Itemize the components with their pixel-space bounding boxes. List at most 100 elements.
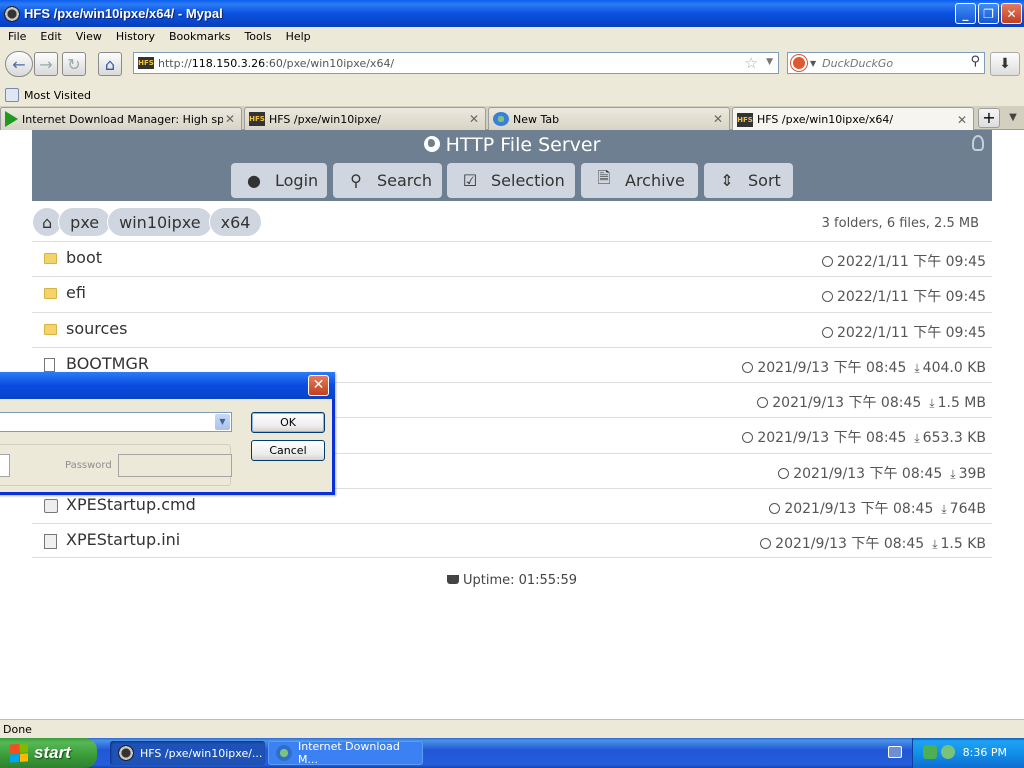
file-size: 39B [958,466,986,482]
maximize-button[interactable]: ❐ [978,3,999,24]
list-item[interactable]: sources 2022/1/11 下午 09:45 [32,312,992,347]
selection-button[interactable]: ☑ Selection [447,163,575,198]
search-engine-dropdown-icon[interactable]: ▼ [810,59,816,68]
url-bar[interactable]: HFS http://118.150.3.26:60/pxe/win10ipxe… [133,52,779,74]
back-button[interactable]: ← [5,51,33,77]
list-item[interactable]: boot 2022/1/11 下午 09:45 [32,241,992,276]
file-size: 653.3 KB [922,430,986,446]
list-item[interactable]: efi 2022/1/11 下午 09:45 [32,276,992,311]
search-icon[interactable]: ⚲ [970,54,980,69]
start-button[interactable]: start [0,738,97,768]
taskbar-item-idm[interactable]: Internet Download M... [268,740,423,766]
globe-icon [423,136,440,152]
home-icon: ⌂ [42,212,53,232]
list-item[interactable]: XPEStartup.ini 2021/9/13 下午 08:45 ⤓ 1.5 KB [32,523,992,558]
sort-button[interactable]: ⇕ Sort [704,163,793,198]
close-button[interactable]: ✕ [1001,3,1022,24]
bookmark-star-icon[interactable]: ☆ [745,54,758,72]
login-dialog: ✕ ▼ Password OK Cancel [0,372,335,495]
list-all-tabs-button[interactable]: ▼ [1004,108,1022,128]
url-prefix: http:// [158,56,192,70]
tab-label: HFS /pxe/win10ipxe/ [269,112,381,126]
file-date: 2022/1/11 下午 09:45 [836,254,986,270]
download-icon[interactable]: ⤓ [914,361,919,376]
file-name[interactable]: BOOTMGR [66,354,149,373]
file-meta: 2021/9/13 下午 08:45 ⤓ 39B [778,463,986,483]
tab-idm[interactable]: Internet Download Manager: High spee... … [0,107,242,130]
file-name[interactable]: XPEStartup.cmd [66,495,196,514]
home-button[interactable]: ⌂ [98,52,122,76]
sort-label: Sort [748,171,781,190]
username-field[interactable] [0,454,10,477]
url-text[interactable]: http://118.150.3.26:60/pxe/win10ipxe/x64… [158,57,394,70]
idm-icon [5,111,18,127]
lightbulb-icon[interactable] [972,135,984,151]
search-input[interactable] [822,56,963,70]
breadcrumb-pxe[interactable]: pxe [58,207,112,237]
close-icon: ✕ [312,377,325,393]
menu-tools[interactable]: Tools [236,30,277,43]
reload-button[interactable]: ↻ [62,52,86,76]
search-bar[interactable]: ▼ ⚲ [787,52,985,74]
tab-hfs-win10ipxe[interactable]: HFS HFS /pxe/win10ipxe/ ✕ [244,107,486,130]
username-combobox[interactable]: ▼ [0,412,232,432]
tab-label: HFS /pxe/win10ipxe/x64/ [757,113,894,126]
file-date: 2021/9/13 下午 08:45 [793,466,943,482]
menu-help[interactable]: Help [278,30,317,43]
forward-button[interactable]: → [34,52,58,76]
menu-file[interactable]: File [0,30,32,43]
folder-icon [44,253,57,264]
menu-history[interactable]: History [108,30,161,43]
ok-button[interactable]: OK [251,412,325,433]
new-tab-button[interactable]: + [978,108,1000,128]
minimize-button[interactable]: _ [955,3,976,24]
search-button[interactable]: ⚲ Search [333,163,442,198]
menu-edit[interactable]: Edit [32,30,67,43]
tab-close-icon[interactable]: ✕ [955,113,969,127]
download-icon[interactable]: ⤓ [914,431,919,446]
search-icon: ⚲ [350,171,362,190]
breadcrumb-x64[interactable]: x64 [208,207,263,237]
page-title: HTTP File Server [32,134,992,156]
checkbox-icon: ☑ [462,171,478,190]
chevron-down-icon[interactable]: ▼ [215,414,230,430]
tab-new-tab[interactable]: New Tab ✕ [488,107,730,130]
bookmarks-toolbar: Most Visited [0,84,1024,106]
downloads-button[interactable]: ⬇ [990,52,1020,76]
taskbar-clock[interactable]: 8:36 PM [963,746,1007,759]
download-icon[interactable]: ⤓ [950,467,955,482]
menu-bookmarks[interactable]: Bookmarks [161,30,236,43]
clock-icon [769,503,781,514]
cancel-button[interactable]: Cancel [251,440,325,461]
clock-icon [757,397,769,408]
download-arrow-icon: ⬇ [999,56,1011,72]
download-icon[interactable]: ⤓ [929,396,934,411]
tab-close-icon[interactable]: ✕ [467,112,481,126]
tab-close-icon[interactable]: ✕ [223,112,237,126]
most-visited-folder[interactable]: Most Visited [24,89,91,102]
network-icon[interactable] [923,745,937,759]
keyboard-icon[interactable] [888,746,902,758]
login-button[interactable]: ● Login [231,163,327,198]
dialog-close-button[interactable]: ✕ [308,375,329,396]
file-name[interactable]: sources [66,319,127,338]
password-field[interactable] [118,454,232,477]
idm-app-icon [276,745,292,761]
dialog-title-bar [0,372,335,399]
file-name[interactable]: boot [66,248,102,267]
status-text: Done [3,723,32,736]
url-dropdown-icon[interactable]: ▼ [766,57,773,67]
taskbar-item-mypal[interactable]: HFS /pxe/win10ipxe/... [110,741,265,765]
breadcrumb-win10ipxe[interactable]: win10ipxe [107,207,213,237]
idm-tray-icon[interactable] [941,745,955,759]
file-name[interactable]: XPEStartup.ini [66,530,180,549]
tab-close-icon[interactable]: ✕ [711,112,725,126]
menu-view[interactable]: View [68,30,108,43]
script-file-icon [44,499,58,513]
duckduckgo-icon[interactable] [791,55,807,71]
file-name[interactable]: efi [66,283,86,302]
download-icon[interactable]: ⤓ [941,502,946,517]
download-icon[interactable]: ⤓ [932,537,937,552]
tab-hfs-x64[interactable]: HFS HFS /pxe/win10ipxe/x64/ ✕ [732,107,974,131]
archive-button[interactable]: 🗎 Archive [581,163,698,198]
